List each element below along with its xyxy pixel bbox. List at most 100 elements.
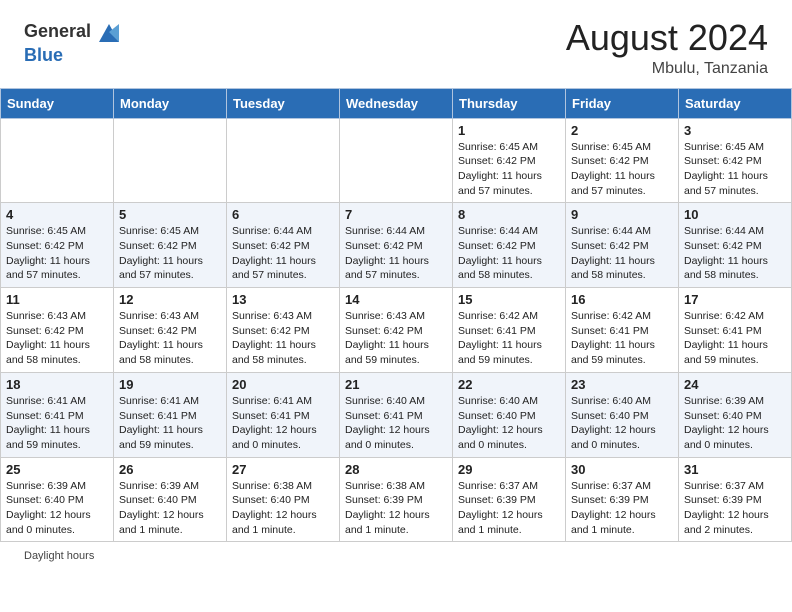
day-info: Sunrise: 6:40 AM Sunset: 6:40 PM Dayligh… xyxy=(571,394,673,453)
title-block: August 2024 Mbulu, Tanzania xyxy=(566,18,768,78)
calendar-header-sunday: Sunday xyxy=(1,88,114,118)
day-info: Sunrise: 6:43 AM Sunset: 6:42 PM Dayligh… xyxy=(232,309,334,368)
day-info: Sunrise: 6:44 AM Sunset: 6:42 PM Dayligh… xyxy=(684,224,786,283)
day-info: Sunrise: 6:42 AM Sunset: 6:41 PM Dayligh… xyxy=(684,309,786,368)
calendar-cell: 31 Sunrise: 6:37 AM Sunset: 6:39 PM Dayli… xyxy=(679,457,792,542)
calendar-cell xyxy=(227,118,340,203)
calendar-cell: 17 Sunrise: 6:42 AM Sunset: 6:41 PM Dayli… xyxy=(679,288,792,373)
calendar-cell: 2 Sunrise: 6:45 AM Sunset: 6:42 PM Daylig… xyxy=(566,118,679,203)
day-info: Sunrise: 6:44 AM Sunset: 6:42 PM Dayligh… xyxy=(232,224,334,283)
day-number: 15 xyxy=(458,292,560,307)
calendar-cell: 25Sunrise: 6:39 AM Sunset: 6:40 PM Dayli… xyxy=(1,457,114,542)
day-number: 26 xyxy=(119,462,221,477)
calendar-cell: 23 Sunrise: 6:40 AM Sunset: 6:40 PM Dayli… xyxy=(566,372,679,457)
day-number: 23 xyxy=(571,377,673,392)
day-info: Sunrise: 6:44 AM Sunset: 6:42 PM Dayligh… xyxy=(345,224,447,283)
calendar-cell: 24 Sunrise: 6:39 AM Sunset: 6:40 PM Dayli… xyxy=(679,372,792,457)
day-info: Sunrise: 6:38 AM Sunset: 6:40 PM Dayligh… xyxy=(232,479,334,538)
day-info: Sunrise: 6:40 AM Sunset: 6:40 PM Dayligh… xyxy=(458,394,560,453)
calendar-cell: 12 Sunrise: 6:43 AM Sunset: 6:42 PM Dayli… xyxy=(114,288,227,373)
day-info: Sunrise: 6:45 AM Sunset: 6:42 PM Dayligh… xyxy=(6,224,108,283)
day-info: Sunrise: 6:41 AM Sunset: 6:41 PM Dayligh… xyxy=(119,394,221,453)
day-info: Sunrise: 6:37 AM Sunset: 6:39 PM Dayligh… xyxy=(458,479,560,538)
day-number: 22 xyxy=(458,377,560,392)
day-info: Sunrise: 6:38 AM Sunset: 6:39 PM Dayligh… xyxy=(345,479,447,538)
day-number: 29 xyxy=(458,462,560,477)
calendar-table: SundayMondayTuesdayWednesdayThursdayFrid… xyxy=(0,88,792,543)
day-number: 8 xyxy=(458,207,560,222)
day-number: 1 xyxy=(458,123,560,138)
day-number: 9 xyxy=(571,207,673,222)
day-number: 31 xyxy=(684,462,786,477)
day-info: Sunrise: 6:43 AM Sunset: 6:42 PM Dayligh… xyxy=(6,309,108,368)
day-number: 14 xyxy=(345,292,447,307)
day-info: Sunrise: 6:45 AM Sunset: 6:42 PM Dayligh… xyxy=(684,140,786,199)
calendar-cell: 7Sunrise: 6:44 AM Sunset: 6:42 PM Daylig… xyxy=(340,203,453,288)
calendar-cell: 4Sunrise: 6:45 AM Sunset: 6:42 PM Daylig… xyxy=(1,203,114,288)
calendar-cell: 18Sunrise: 6:41 AM Sunset: 6:41 PM Dayli… xyxy=(1,372,114,457)
day-info: Sunrise: 6:45 AM Sunset: 6:42 PM Dayligh… xyxy=(571,140,673,199)
calendar-week-row: 4Sunrise: 6:45 AM Sunset: 6:42 PM Daylig… xyxy=(1,203,792,288)
day-info: Sunrise: 6:39 AM Sunset: 6:40 PM Dayligh… xyxy=(684,394,786,453)
logo: General Blue xyxy=(24,18,123,66)
day-number: 17 xyxy=(684,292,786,307)
day-number: 28 xyxy=(345,462,447,477)
calendar-cell: 26Sunrise: 6:39 AM Sunset: 6:40 PM Dayli… xyxy=(114,457,227,542)
calendar-cell: 19 Sunrise: 6:41 AM Sunset: 6:41 PM Dayli… xyxy=(114,372,227,457)
footer: Daylight hours xyxy=(0,542,792,566)
day-number: 19 xyxy=(119,377,221,392)
day-number: 5 xyxy=(119,207,221,222)
logo-blue: Blue xyxy=(24,45,63,65)
location: Mbulu, Tanzania xyxy=(566,60,768,78)
calendar-cell: 20 Sunrise: 6:41 AM Sunset: 6:41 PM Dayli… xyxy=(227,372,340,457)
day-info: Sunrise: 6:42 AM Sunset: 6:41 PM Dayligh… xyxy=(571,309,673,368)
day-number: 21 xyxy=(345,377,447,392)
calendar-cell: 13 Sunrise: 6:43 AM Sunset: 6:42 PM Dayli… xyxy=(227,288,340,373)
calendar-header-row: SundayMondayTuesdayWednesdayThursdayFrid… xyxy=(1,88,792,118)
day-number: 18 xyxy=(6,377,108,392)
calendar-cell xyxy=(114,118,227,203)
calendar-week-row: 11Sunrise: 6:43 AM Sunset: 6:42 PM Dayli… xyxy=(1,288,792,373)
calendar-cell xyxy=(1,118,114,203)
day-number: 13 xyxy=(232,292,334,307)
day-number: 12 xyxy=(119,292,221,307)
day-info: Sunrise: 6:43 AM Sunset: 6:42 PM Dayligh… xyxy=(345,309,447,368)
calendar-cell: 11Sunrise: 6:43 AM Sunset: 6:42 PM Dayli… xyxy=(1,288,114,373)
day-info: Sunrise: 6:42 AM Sunset: 6:41 PM Dayligh… xyxy=(458,309,560,368)
calendar-week-row: 18 Sunrise: 6:41 AM Sunset: 6:41 PM Dayli… xyxy=(1,372,792,457)
day-info: Sunrise: 6:41 AM Sunset: 6:41 PM Dayligh… xyxy=(232,394,334,453)
calendar-cell xyxy=(340,118,453,203)
day-number: 20 xyxy=(232,377,334,392)
calendar-header-saturday: Saturday xyxy=(679,88,792,118)
calendar-cell: 22 Sunrise: 6:40 AM Sunset: 6:40 PM Dayli… xyxy=(453,372,566,457)
day-info: Sunrise: 6:40 AM Sunset: 6:41 PM Dayligh… xyxy=(345,394,447,453)
calendar-week-row: 25Sunrise: 6:39 AM Sunset: 6:40 PM Dayli… xyxy=(1,457,792,542)
calendar-cell: 5Sunrise: 6:45 AM Sunset: 6:42 PM Daylig… xyxy=(114,203,227,288)
calendar-cell: 1Sunrise: 6:45 AM Sunset: 6:42 PM Daylig… xyxy=(453,118,566,203)
day-number: 27 xyxy=(232,462,334,477)
day-info: Sunrise: 6:43 AM Sunset: 6:42 PM Dayligh… xyxy=(119,309,221,368)
calendar-cell: 9Sunrise: 6:44 AM Sunset: 6:42 PM Daylig… xyxy=(566,203,679,288)
calendar-cell: 15 Sunrise: 6:42 AM Sunset: 6:41 PM Dayli… xyxy=(453,288,566,373)
logo-icon xyxy=(95,18,123,46)
calendar-cell: 16 Sunrise: 6:42 AM Sunset: 6:41 PM Dayli… xyxy=(566,288,679,373)
day-number: 6 xyxy=(232,207,334,222)
calendar-cell: 3Sunrise: 6:45 AM Sunset: 6:42 PM Daylig… xyxy=(679,118,792,203)
day-info: Sunrise: 6:37 AM Sunset: 6:39 PM Dayligh… xyxy=(684,479,786,538)
day-info: Sunrise: 6:37 AM Sunset: 6:39 PM Dayligh… xyxy=(571,479,673,538)
calendar-cell: 6 Sunrise: 6:44 AM Sunset: 6:42 PM Daylig… xyxy=(227,203,340,288)
day-number: 16 xyxy=(571,292,673,307)
day-number: 24 xyxy=(684,377,786,392)
day-number: 2 xyxy=(571,123,673,138)
calendar-header-thursday: Thursday xyxy=(453,88,566,118)
calendar-cell: 30 Sunrise: 6:37 AM Sunset: 6:39 PM Dayli… xyxy=(566,457,679,542)
calendar-header-monday: Monday xyxy=(114,88,227,118)
logo-general: General xyxy=(24,22,91,42)
calendar-cell: 29 Sunrise: 6:37 AM Sunset: 6:39 PM Dayli… xyxy=(453,457,566,542)
calendar-cell: 21 Sunrise: 6:40 AM Sunset: 6:41 PM Dayli… xyxy=(340,372,453,457)
day-number: 30 xyxy=(571,462,673,477)
day-info: Sunrise: 6:39 AM Sunset: 6:40 PM Dayligh… xyxy=(6,479,108,538)
page-header: General Blue August 2024 Mbulu, Tanzania xyxy=(0,0,792,88)
calendar-header-wednesday: Wednesday xyxy=(340,88,453,118)
calendar-cell: 28 Sunrise: 6:38 AM Sunset: 6:39 PM Dayli… xyxy=(340,457,453,542)
